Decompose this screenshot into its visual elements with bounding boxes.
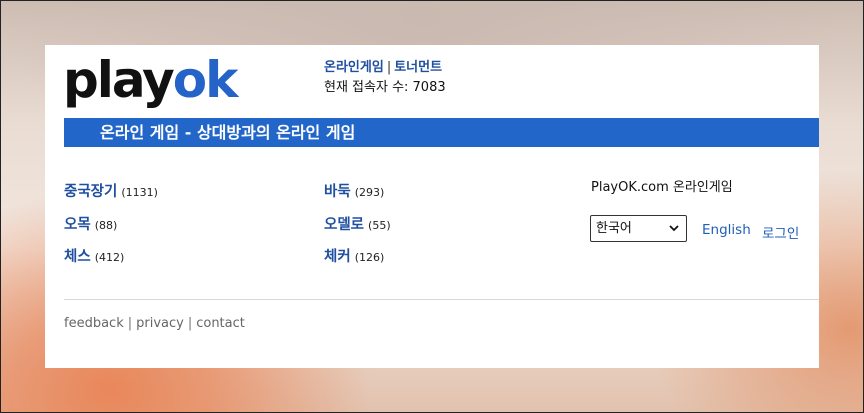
logo-play-text: play [63, 51, 175, 109]
tournaments-link[interactable]: 토너먼트 [394, 60, 442, 75]
footer-separator: | [187, 316, 193, 331]
game-player-count: (1131) [121, 186, 158, 199]
header-separator: | [386, 60, 392, 75]
chevron-down-icon [668, 216, 680, 250]
privacy-link[interactable]: privacy [136, 316, 184, 331]
game-label: 중국장기 [64, 184, 118, 200]
game-link-xiangqi[interactable]: 중국장기 (1131) [64, 180, 158, 201]
game-player-count: (293) [354, 186, 385, 199]
page-banner: 온라인 게임 - 상대방과의 온라인 게임 [64, 118, 819, 147]
footer-separator: | [127, 316, 133, 331]
header-links: 온라인게임 | 토너먼트 현재 접속자 수: 7083 [324, 58, 446, 98]
game-link-reversi[interactable]: 오델로 (55) [324, 213, 391, 234]
footer-divider [64, 299, 819, 300]
login-link[interactable]: 로그인 [762, 222, 799, 242]
feedback-link[interactable]: feedback [64, 316, 124, 331]
online-user-count: 현재 접속자 수: 7083 [324, 80, 446, 95]
footer-links: feedback | privacy | contact [64, 316, 245, 331]
online-games-link[interactable]: 온라인게임 [324, 60, 384, 75]
playok-logo[interactable]: playok [63, 55, 238, 105]
site-description: PlayOK.com 온라인게임 [591, 180, 733, 195]
game-link-go[interactable]: 바둑 (293) [324, 180, 384, 201]
game-label: 오목 [64, 217, 91, 233]
logo-ok-text: ok [172, 51, 239, 109]
game-player-count: (412) [94, 251, 125, 264]
game-label: 체커 [324, 249, 351, 265]
game-label: 바둑 [324, 184, 351, 200]
game-link-gomoku[interactable]: 오목 (88) [64, 213, 117, 234]
game-link-checkers[interactable]: 체커 (126) [324, 245, 384, 266]
contact-link[interactable]: contact [196, 316, 245, 331]
game-label: 체스 [64, 249, 91, 265]
game-label: 오델로 [324, 217, 365, 233]
game-player-count: (88) [94, 219, 118, 232]
english-link[interactable]: English [702, 222, 751, 238]
language-selected-value: 한국어 [596, 221, 632, 236]
game-player-count: (55) [368, 219, 391, 232]
game-player-count: (126) [354, 251, 385, 264]
main-card: playok 온라인게임 | 토너먼트 현재 접속자 수: 7083 온라인 게임 … [45, 45, 819, 368]
game-link-chess[interactable]: 체스 (412) [64, 245, 124, 266]
language-select[interactable]: 한국어 [590, 215, 687, 242]
